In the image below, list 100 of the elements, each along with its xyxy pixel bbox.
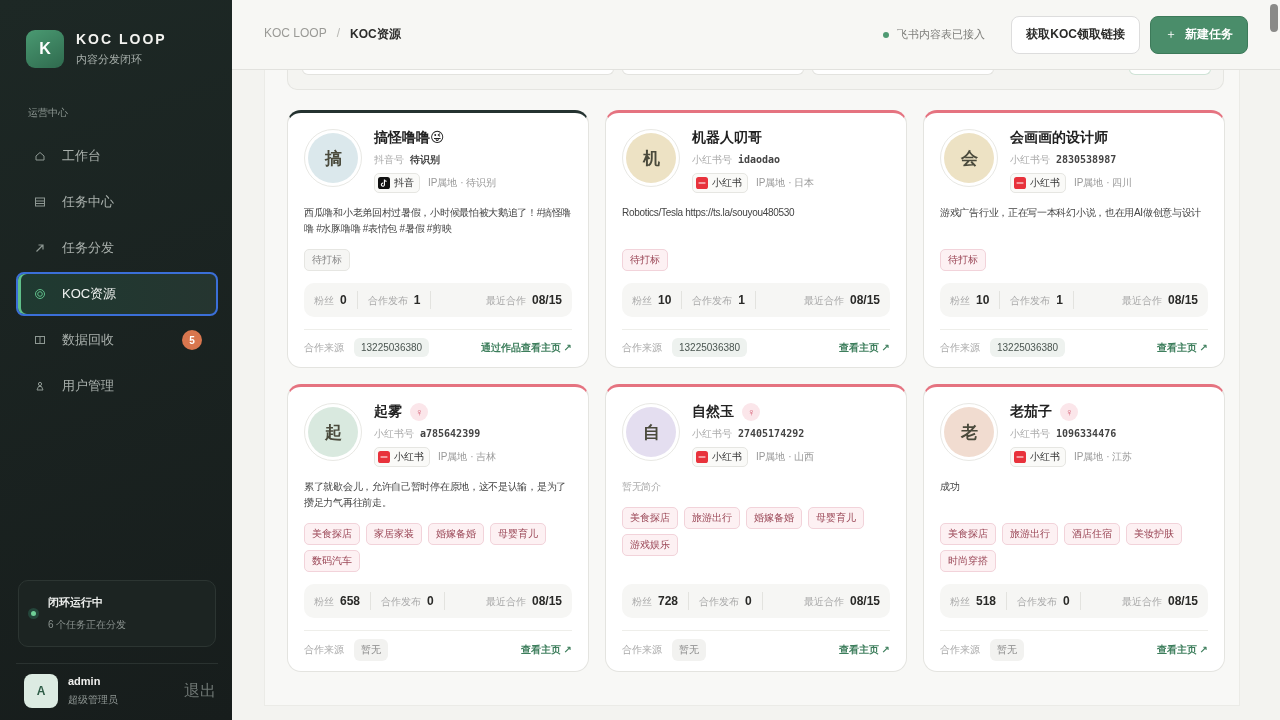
tag: 家居家装: [366, 523, 422, 545]
avatar: 机: [626, 133, 676, 183]
stat-label: 最近合作: [803, 293, 844, 308]
stat-value: 518: [976, 593, 997, 608]
stat-label: 粉丝: [314, 594, 334, 609]
tag: 母婴育儿: [490, 523, 546, 545]
stat-value: 0: [1063, 593, 1070, 608]
tag: 时尚穿搭: [940, 550, 996, 572]
stat-label: 合作发布: [699, 594, 740, 609]
id-value: 待识别: [410, 153, 440, 167]
stat-label: 合作发布: [381, 594, 422, 609]
gender-icon: ♀: [410, 403, 428, 421]
tag: 美妆护肤: [1126, 523, 1182, 545]
status-dot-icon: [883, 31, 890, 38]
profile-link[interactable]: 查看主页 ↗: [1156, 643, 1208, 657]
tag: 婚嫁备婚: [746, 507, 802, 529]
stat-label: 最近合作: [485, 594, 526, 609]
gender-icon: ♀: [742, 403, 760, 421]
brand-tagline: 内容分发闭环: [76, 52, 143, 67]
id-value: 1096334476: [1056, 428, 1117, 439]
koc-bio: 暂无简介: [622, 480, 662, 494]
stat-value: 10: [658, 292, 672, 307]
koc-bio: 西瓜噜和小老弟回村过暑假，小时候最怕被大鹅追了！#搞怪噜噜 #水豚噜噜 #表情包 #暑假 #剪映: [304, 206, 572, 236]
app-icon: [1014, 177, 1026, 189]
breadcrumb-separator: /: [336, 26, 341, 42]
ip-location: IP属地 · 日本: [756, 176, 815, 190]
id-label: 小红书号: [692, 153, 732, 167]
link-button[interactable]: 获取KOC领取链接: [1011, 15, 1140, 54]
profile-link[interactable]: 查看主页 ↗: [520, 643, 572, 657]
source-label: 合作来源: [940, 643, 980, 657]
stat-value: 08/15: [531, 292, 562, 307]
stat-value: 08/15: [1167, 292, 1198, 307]
nav-icon: [34, 196, 46, 208]
stat-value: 1: [1056, 292, 1064, 307]
avatar: 老: [944, 407, 994, 457]
nav-item[interactable]: KOC资源: [16, 272, 218, 316]
tag: 待打标: [622, 249, 668, 271]
source-chip: 13225036380: [990, 338, 1066, 357]
tag: 旅游出行: [1002, 523, 1058, 545]
id-value: 27405174292: [738, 428, 805, 439]
id-label: 小红书号: [692, 427, 732, 441]
stat-label: 最近合作: [1121, 594, 1162, 609]
stat-value: 1: [738, 292, 746, 307]
scrollbar[interactable]: [1270, 4, 1278, 32]
platform-chip: 抖音: [374, 173, 420, 193]
stat-value: 08/15: [849, 292, 880, 307]
ip-location: IP属地 · 吉林: [438, 450, 497, 464]
tag: 母婴育儿: [808, 507, 864, 529]
profile-link[interactable]: 查看主页 ↗: [1156, 340, 1208, 355]
tag: 旅游出行: [684, 507, 740, 529]
profile-link[interactable]: 查看主页 ↗: [838, 643, 890, 657]
stat-label: 最近合作: [1121, 293, 1162, 308]
nav-item[interactable]: 任务中心: [16, 180, 218, 224]
koc-name: 机器人叨哥: [692, 129, 762, 147]
source-chip: 暂无: [354, 639, 388, 661]
koc-name: 会画画的设计师: [1010, 129, 1108, 147]
tag: 美食探店: [304, 523, 360, 545]
ip-location: IP属地 · 待识别: [428, 176, 497, 190]
stat-value: 658: [340, 593, 361, 608]
id-value: 2830538987: [1056, 154, 1117, 165]
stat-label: 粉丝: [950, 594, 970, 609]
logout-button[interactable]: 退出: [184, 680, 216, 702]
tag: 数码汽车: [304, 550, 360, 572]
ip-location: IP属地 · 山西: [756, 450, 815, 464]
breadcrumb-link[interactable]: KOC LOOP: [264, 26, 327, 43]
tag: 待打标: [940, 249, 986, 271]
koc-name: 搞怪噜噜😜: [374, 129, 445, 147]
stat-value: 08/15: [531, 593, 562, 608]
avatar: 会: [944, 133, 994, 183]
app-icon: [1014, 451, 1026, 463]
source-label: 合作来源: [622, 340, 662, 355]
nav-item[interactable]: 任务分发: [16, 226, 218, 270]
stat-value: 0: [745, 593, 752, 608]
nav-item[interactable]: 数据回收 5: [16, 318, 218, 362]
source-chip: 暂无: [672, 639, 706, 661]
status-dot-icon: [31, 611, 36, 616]
stat-label: 合作发布: [692, 293, 733, 308]
profile-link[interactable]: 查看主页 ↗: [838, 340, 890, 355]
koc-name: 老茄子: [1010, 403, 1052, 421]
logo-icon: K: [26, 30, 64, 68]
breadcrumb-current: KOC资源: [350, 26, 401, 43]
source-label: 合作来源: [304, 340, 344, 355]
id-value: idaodao: [738, 154, 781, 165]
user-name: admin: [68, 675, 102, 687]
source-chip: 13225036380: [672, 338, 748, 357]
avatar: 起: [308, 407, 358, 457]
koc-bio: 游戏广告行业，正在写一本科幻小说，也在用AI做创意与设计: [940, 206, 1203, 220]
source-label: 合作来源: [622, 643, 662, 657]
nav-item[interactable]: 用户管理: [16, 364, 218, 408]
stat-label: 最近合作: [803, 594, 844, 609]
count-badge: 5: [182, 330, 202, 350]
connection-status: 飞书内容表已接入: [897, 27, 986, 42]
status-subtitle: 6 个任务正在分发: [48, 618, 127, 632]
tag: 美食探店: [622, 507, 678, 529]
tag: 酒店住宿: [1064, 523, 1120, 545]
nav-item[interactable]: 工作台: [16, 134, 218, 178]
koc-bio: 累了就歇会儿，允许自己暂时停在原地，这不是认输，是为了攒足力气再往前走。: [304, 480, 567, 510]
app-icon: [696, 451, 708, 463]
profile-link[interactable]: 通过作品查看主页 ↗: [480, 340, 572, 355]
new-task-button[interactable]: ＋ 新建任务: [1150, 15, 1248, 54]
